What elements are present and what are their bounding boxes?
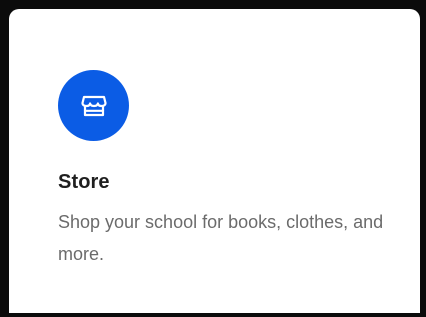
store-card[interactable]: Store Shop your school for books, clothe…	[9, 9, 420, 313]
card-title: Store	[58, 171, 110, 193]
storefront-icon	[58, 70, 129, 141]
card-description: Shop your school for books, clothes, and…	[58, 212, 384, 264]
